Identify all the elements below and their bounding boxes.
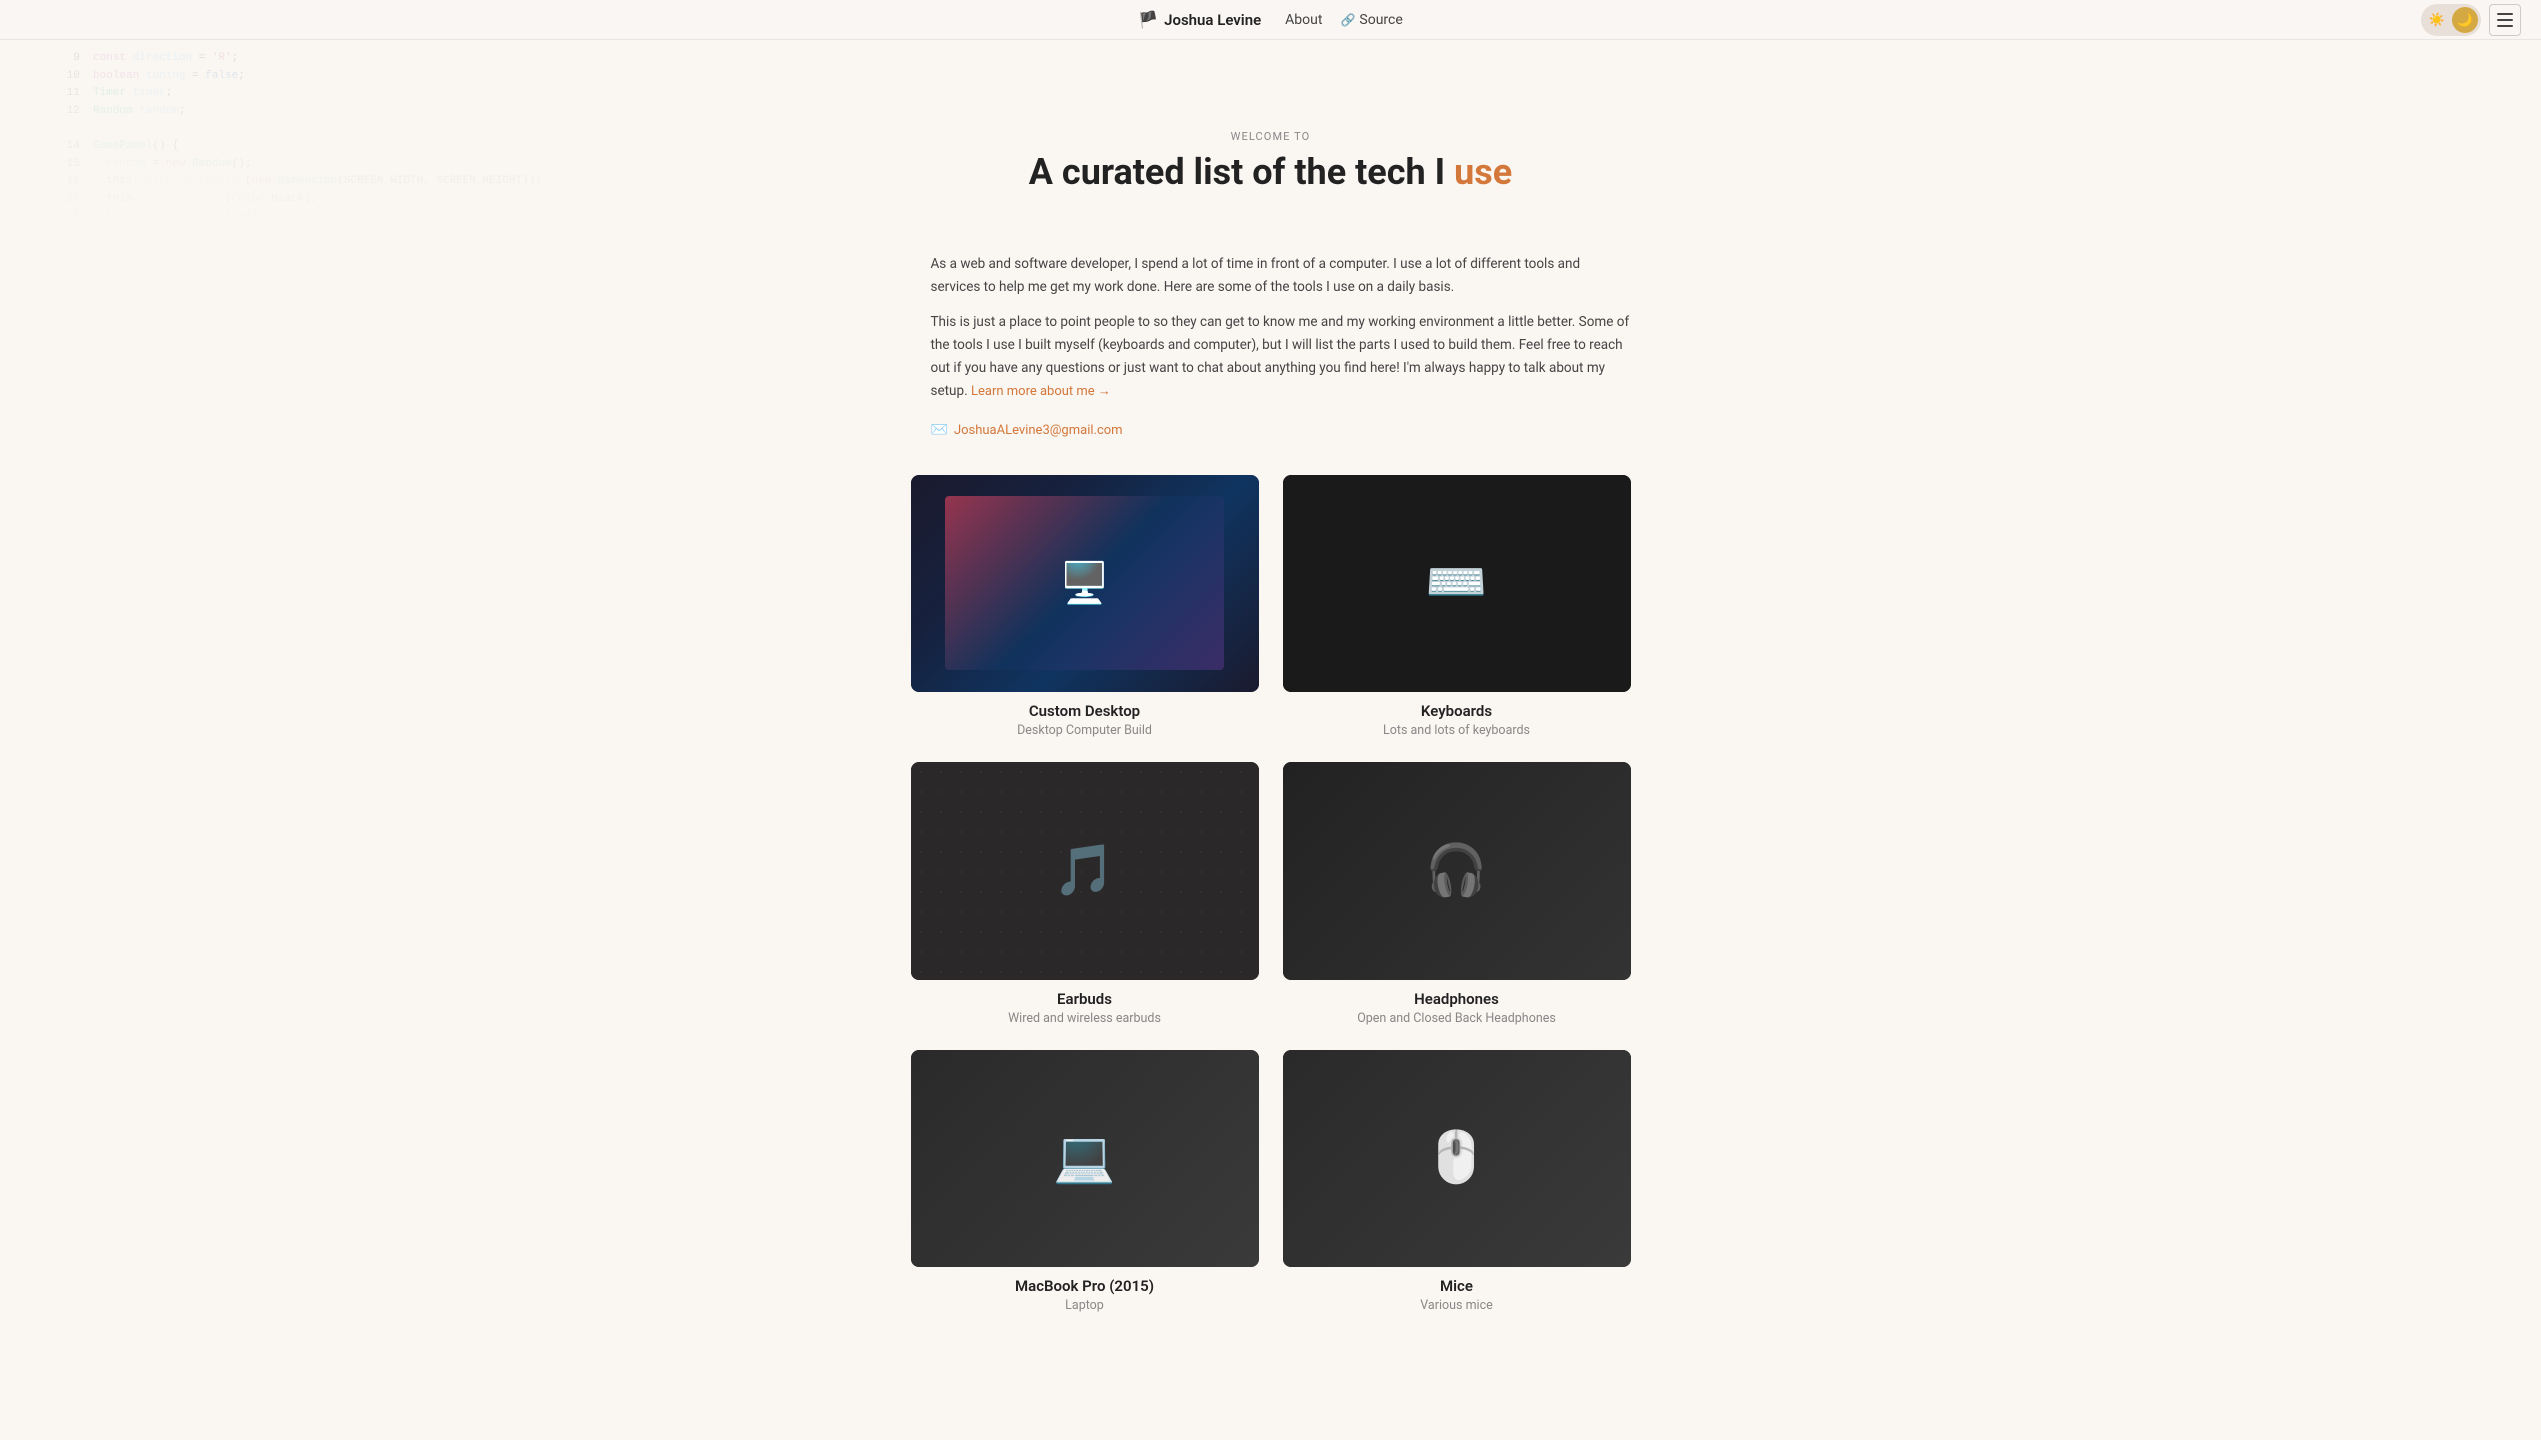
brand-icon: 🏴	[1138, 10, 1158, 29]
grid-item-img-keyboards	[1283, 475, 1631, 693]
hero-title-prefix: A curated list of the tech I	[1029, 151, 1454, 193]
welcome-label: WELCOME TO	[20, 130, 2521, 143]
grid-item-desc-mice: Various mice	[1283, 1298, 1631, 1313]
theme-toggle: ☀️ 🌙	[2421, 4, 2481, 36]
nav-controls: ☀️ 🌙	[2421, 4, 2521, 36]
grid-item-desc-earbuds: Wired and wireless earbuds	[911, 1011, 1259, 1026]
brand-name: Joshua Levine	[1164, 11, 1261, 29]
grid-item-custom-desktop[interactable]: Custom Desktop Desktop Computer Build	[911, 475, 1259, 739]
grid-item-desc-desktop: Desktop Computer Build	[911, 723, 1259, 738]
source-icon: 🔗	[1340, 13, 1355, 27]
grid-item-headphones[interactable]: Headphones Open and Closed Back Headphon…	[1283, 762, 1631, 1026]
hero-title: A curated list of the tech I use	[20, 151, 2521, 193]
learn-more-link[interactable]: Learn more about me →	[971, 384, 1111, 399]
main-content: As a web and software developer, I spend…	[871, 233, 1671, 1373]
items-grid: Custom Desktop Desktop Computer Build Ke…	[911, 475, 1631, 1314]
grid-item-img-mice	[1283, 1050, 1631, 1268]
grid-item-keyboards[interactable]: Keyboards Lots and lots of keyboards	[1283, 475, 1631, 739]
nav-source[interactable]: 🔗 Source	[1340, 12, 1402, 28]
email-text: JoshuaALevine3@gmail.com	[954, 420, 1123, 442]
grid-item-title-mice: Mice	[1283, 1277, 1631, 1295]
hero-content: WELCOME TO A curated list of the tech I …	[0, 50, 2541, 233]
grid-item-earbuds[interactable]: 🎵 Earbuds Wired and wireless earbuds	[911, 762, 1259, 1026]
grid-item-title-desktop: Custom Desktop	[911, 702, 1259, 720]
description-section: As a web and software developer, I spend…	[911, 253, 1631, 443]
grid-item-title-earbuds: Earbuds	[911, 990, 1259, 1008]
grid-item-img-macbook	[911, 1050, 1259, 1268]
grid-item-desc-macbook: Laptop	[911, 1298, 1259, 1313]
grid-item-mice[interactable]: Mice Various mice	[1283, 1050, 1631, 1314]
nav-about-label: About	[1285, 12, 1322, 28]
menu-icon-line1	[2497, 13, 2513, 15]
email-icon: ✉️	[931, 419, 948, 443]
menu-button[interactable]	[2489, 4, 2521, 36]
grid-item-desc-keyboards: Lots and lots of keyboards	[1283, 723, 1631, 738]
grid-item-img-desktop	[911, 475, 1259, 693]
menu-icon-line3	[2497, 25, 2513, 27]
hero-title-accent: use	[1454, 151, 1512, 193]
nav-source-label: Source	[1359, 12, 1402, 28]
dark-mode-button[interactable]: 🌙	[2452, 7, 2478, 33]
grid-item-title-macbook: MacBook Pro (2015)	[911, 1277, 1259, 1295]
nav-about[interactable]: About	[1285, 12, 1322, 28]
grid-item-img-headphones	[1283, 762, 1631, 980]
grid-item-macbook[interactable]: MacBook Pro (2015) Laptop	[911, 1050, 1259, 1314]
nav-brand[interactable]: 🏴 Joshua Levine	[1138, 10, 1261, 29]
description-para1: As a web and software developer, I spend…	[911, 253, 1631, 299]
navbar: 🏴 Joshua Levine About 🔗 Source ☀️ 🌙	[0, 0, 2541, 40]
grid-item-title-headphones: Headphones	[1283, 990, 1631, 1008]
grid-item-desc-headphones: Open and Closed Back Headphones	[1283, 1011, 1631, 1026]
email-link[interactable]: ✉️ JoshuaALevine3@gmail.com	[931, 419, 1123, 443]
grid-item-img-earbuds: 🎵	[911, 762, 1259, 980]
menu-icon-line2	[2497, 19, 2513, 21]
description-para2: This is just a place to point people to …	[911, 311, 1631, 403]
grid-item-title-keyboards: Keyboards	[1283, 702, 1631, 720]
light-mode-button[interactable]: ☀️	[2424, 7, 2450, 33]
nav-links: About 🔗 Source	[1285, 12, 1403, 28]
